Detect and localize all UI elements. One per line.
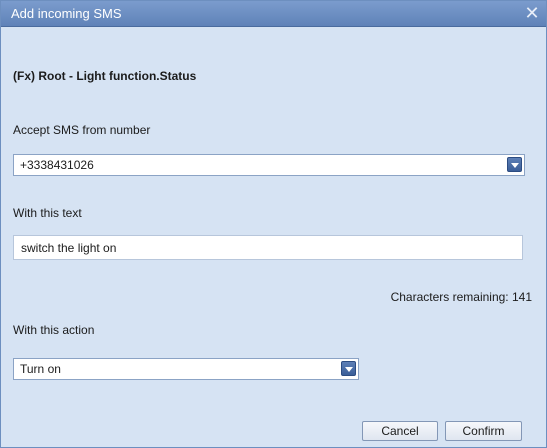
chevron-down-icon[interactable]	[507, 157, 522, 172]
add-incoming-sms-dialog: Add incoming SMS ✕ (Fx) Root - Light fun…	[0, 0, 547, 448]
number-dropdown-value: +3338431026	[20, 158, 94, 172]
sms-text-value: switch the light on	[21, 241, 117, 255]
action-label: With this action	[13, 323, 95, 337]
cancel-button[interactable]: Cancel	[362, 421, 438, 441]
function-heading: (Fx) Root - Light function.Status	[13, 69, 197, 83]
chevron-down-icon[interactable]	[341, 361, 356, 376]
sms-text-input[interactable]: switch the light on	[13, 235, 523, 260]
characters-remaining: Characters remaining: 141	[390, 290, 532, 304]
text-label: With this text	[13, 206, 82, 220]
action-dropdown-value: Turn on	[20, 362, 61, 376]
number-label: Accept SMS from number	[13, 123, 151, 137]
action-dropdown[interactable]: Turn on	[13, 358, 359, 380]
title-bar[interactable]: Add incoming SMS ✕	[1, 1, 546, 27]
number-dropdown[interactable]: +3338431026	[13, 154, 525, 176]
dialog-title: Add incoming SMS	[11, 6, 122, 21]
confirm-button[interactable]: Confirm	[445, 421, 522, 441]
close-icon[interactable]: ✕	[523, 4, 541, 22]
